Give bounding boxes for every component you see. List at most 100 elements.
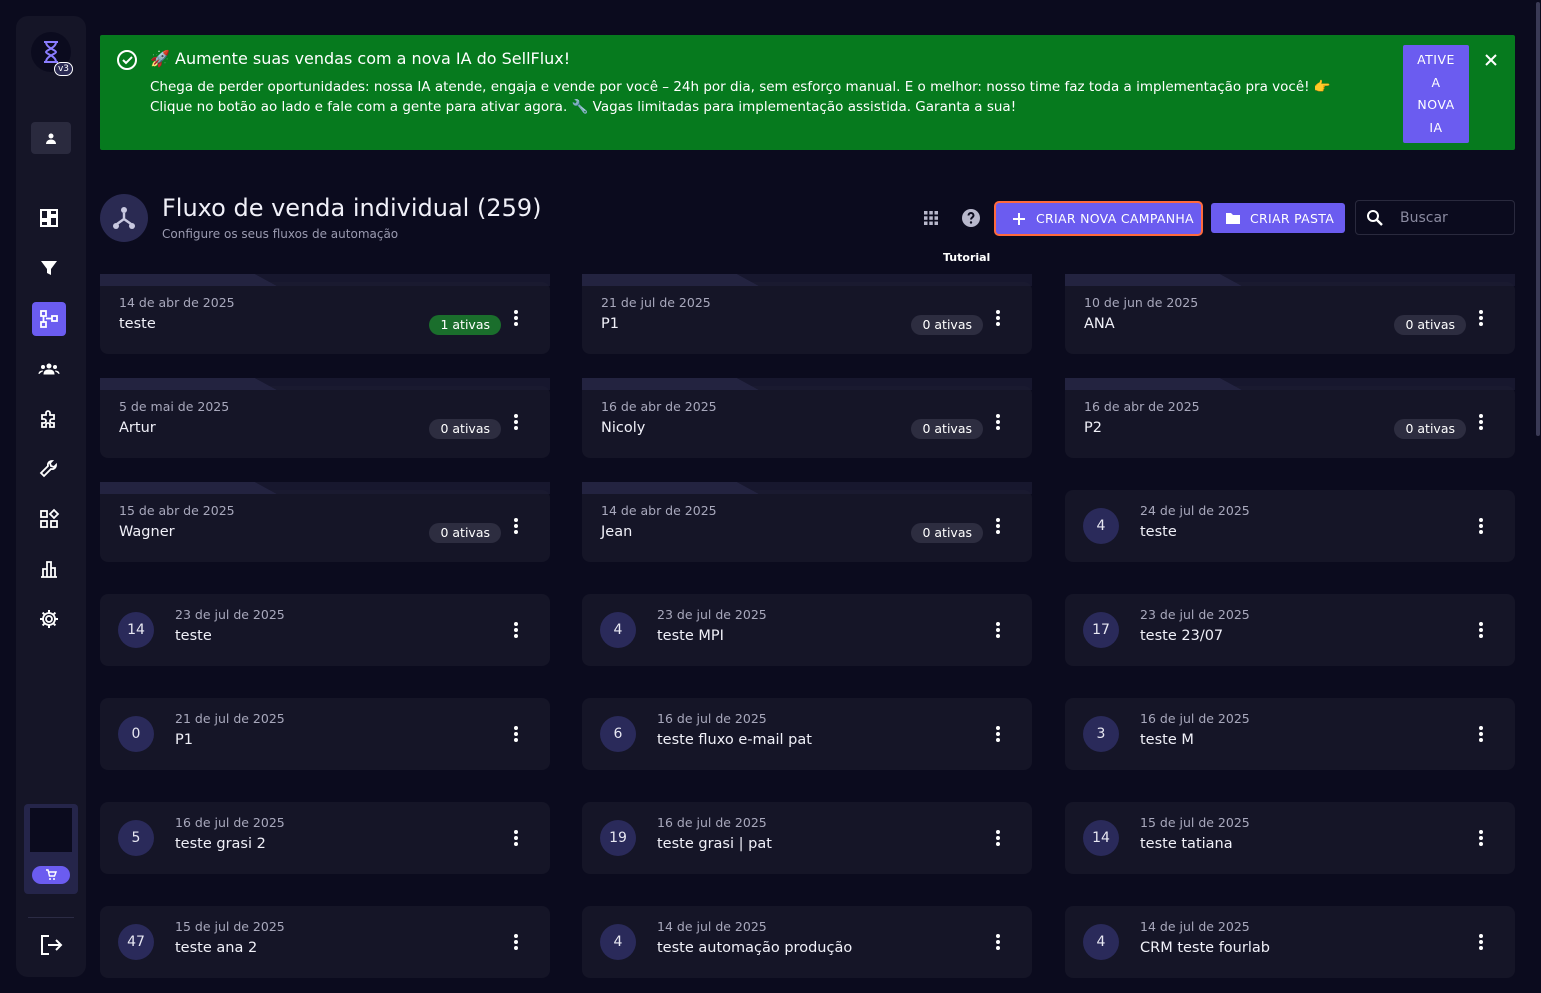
page-title: Fluxo de venda individual (259): [162, 194, 542, 222]
more-options-icon[interactable]: [992, 930, 1004, 954]
more-options-icon[interactable]: [510, 930, 522, 954]
nav-reports[interactable]: [32, 552, 66, 586]
more-options-icon[interactable]: [510, 514, 522, 538]
banner-title: 🚀 Aumente suas vendas com a nova IA do S…: [150, 49, 571, 68]
nav-contacts[interactable]: [32, 352, 66, 386]
card-name: Wagner: [119, 524, 175, 540]
store-button[interactable]: [32, 866, 70, 884]
more-options-icon[interactable]: [992, 306, 1004, 330]
flow-count: 14: [1083, 820, 1119, 856]
card-name: teste automação produção: [657, 940, 853, 956]
active-count-badge: 0 ativas: [911, 315, 983, 335]
active-count-badge: 0 ativas: [1394, 419, 1466, 439]
user-avatar[interactable]: [31, 122, 71, 154]
create-folder-button[interactable]: CRIAR PASTA: [1211, 203, 1345, 233]
logout-icon[interactable]: [38, 932, 64, 958]
grid-view-icon[interactable]: [920, 207, 942, 229]
folder-card[interactable]: 14 de abr de 2025 teste 1 ativas: [100, 274, 550, 354]
more-options-icon[interactable]: [1475, 722, 1487, 746]
more-options-icon[interactable]: [992, 826, 1004, 850]
card-name: Nicoly: [601, 420, 646, 436]
more-options-icon[interactable]: [1475, 306, 1487, 330]
folder-tab: [100, 479, 550, 494]
more-options-icon[interactable]: [1475, 410, 1487, 434]
more-options-icon[interactable]: [510, 410, 522, 434]
flow-card[interactable]: 5 16 de jul de 2025 teste grasi 2: [100, 802, 550, 874]
nav-funnel[interactable]: [32, 251, 66, 285]
more-options-icon[interactable]: [1475, 618, 1487, 642]
card-date: 16 de jul de 2025: [1140, 711, 1250, 726]
nav-flows[interactable]: [32, 302, 66, 336]
folder-icon: [1226, 213, 1240, 224]
nav-apps[interactable]: [32, 502, 66, 536]
close-icon[interactable]: [1482, 51, 1500, 69]
card-date: 16 de jul de 2025: [175, 815, 285, 830]
help-icon[interactable]: [959, 206, 983, 230]
folder-card[interactable]: 5 de mai de 2025 Artur 0 ativas: [100, 378, 550, 458]
flow-card[interactable]: 17 23 de jul de 2025 teste 23/07: [1065, 594, 1515, 666]
card-date: 23 de jul de 2025: [1140, 607, 1250, 622]
flow-card[interactable]: 14 23 de jul de 2025 teste: [100, 594, 550, 666]
flow-card[interactable]: 4 14 de jul de 2025 teste automação produç…: [582, 906, 1032, 978]
flow-card[interactable]: 0 21 de jul de 2025 P1: [100, 698, 550, 770]
flow-card[interactable]: 6 16 de jul de 2025 teste fluxo e-mail pat: [582, 698, 1032, 770]
more-options-icon[interactable]: [1475, 930, 1487, 954]
folder-card[interactable]: 16 de abr de 2025 Nicoly 0 ativas: [582, 378, 1032, 458]
page-scrollbar[interactable]: [1534, 0, 1541, 993]
card-name: teste tatiana: [1140, 836, 1233, 852]
nav-dashboard[interactable]: [32, 201, 66, 235]
card-date: 24 de jul de 2025: [1140, 503, 1250, 518]
more-options-icon[interactable]: [510, 618, 522, 642]
more-options-icon[interactable]: [510, 306, 522, 330]
reports-icon: [41, 561, 57, 578]
create-campaign-label: CRIAR NOVA CAMPANHA: [1036, 211, 1194, 226]
flow-card[interactable]: 4 23 de jul de 2025 teste MPI: [582, 594, 1032, 666]
create-campaign-button[interactable]: CRIAR NOVA CAMPANHA: [994, 201, 1203, 236]
more-options-icon[interactable]: [510, 722, 522, 746]
more-options-icon[interactable]: [992, 618, 1004, 642]
card-date: 10 de jun de 2025: [1084, 295, 1199, 310]
nav-settings[interactable]: [32, 602, 66, 636]
flow-card[interactable]: 4 24 de jul de 2025 teste: [1065, 490, 1515, 562]
search-box[interactable]: [1355, 200, 1515, 235]
activate-ai-button[interactable]: ATIVE A NOVA IA: [1403, 45, 1469, 143]
flow-card[interactable]: 47 15 de jul de 2025 teste ana 2: [100, 906, 550, 978]
more-options-icon[interactable]: [992, 514, 1004, 538]
activate-ai-line: IA: [1429, 119, 1443, 135]
card-date: 15 de jul de 2025: [175, 919, 285, 934]
more-options-icon[interactable]: [510, 826, 522, 850]
page-icon: [100, 194, 148, 242]
cart-icon: [46, 869, 57, 880]
card-name: teste: [175, 628, 212, 644]
flow-card[interactable]: 3 16 de jul de 2025 teste M: [1065, 698, 1515, 770]
folder-card[interactable]: 15 de abr de 2025 Wagner 0 ativas: [100, 482, 550, 562]
split-flow-icon: [113, 207, 135, 229]
flow-count: 4: [600, 924, 636, 960]
folder-card[interactable]: 14 de abr de 2025 Jean 0 ativas: [582, 482, 1032, 562]
flow-count: 5: [118, 820, 154, 856]
app-logo[interactable]: v3: [31, 32, 73, 76]
card-name: teste ana 2: [175, 940, 258, 956]
folder-card[interactable]: 10 de jun de 2025 ANA 0 ativas: [1065, 274, 1515, 354]
card-name: teste: [119, 316, 156, 332]
more-options-icon[interactable]: [992, 410, 1004, 434]
folder-card[interactable]: 16 de abr de 2025 P2 0 ativas: [1065, 378, 1515, 458]
active-count-badge: 1 ativas: [429, 315, 501, 335]
flow-card[interactable]: 19 16 de jul de 2025 teste grasi | pat: [582, 802, 1032, 874]
nav-integrations[interactable]: [32, 402, 66, 436]
search-input[interactable]: [1400, 208, 1510, 228]
more-options-icon[interactable]: [1475, 514, 1487, 538]
flow-card[interactable]: 4 14 de jul de 2025 CRM teste fourlab: [1065, 906, 1515, 978]
folder-card[interactable]: 21 de jul de 2025 P1 0 ativas: [582, 274, 1032, 354]
card-name: teste fluxo e-mail pat: [657, 732, 812, 748]
more-options-icon[interactable]: [1475, 826, 1487, 850]
active-count-badge: 0 ativas: [429, 419, 501, 439]
more-options-icon[interactable]: [992, 722, 1004, 746]
scrollbar-thumb[interactable]: [1536, 2, 1540, 436]
create-folder-label: CRIAR PASTA: [1250, 210, 1335, 226]
folder-tab: [582, 375, 1032, 390]
sidebar: v3: [16, 16, 86, 977]
nav-tools[interactable]: [32, 452, 66, 486]
flow-card[interactable]: 14 15 de jul de 2025 teste tatiana: [1065, 802, 1515, 874]
active-count-badge: 0 ativas: [429, 523, 501, 543]
